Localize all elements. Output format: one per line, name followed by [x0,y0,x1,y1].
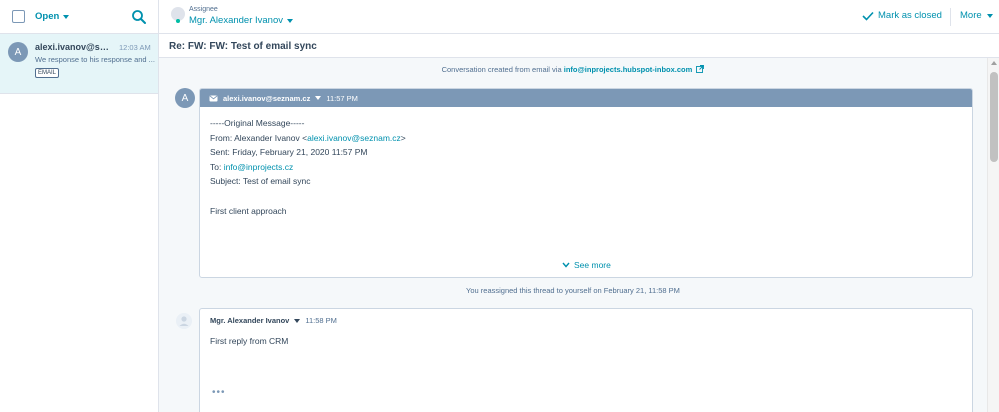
reply-time: 11:58 PM [305,316,337,325]
message-details-dropdown[interactable] [315,96,322,100]
sent-line: Sent: Friday, February 21, 2020 11:57 PM [210,147,368,158]
conversation-header: Assignee Mgr. Alexander Ivanov Mark as c… [159,0,999,34]
scrollbar-thumb[interactable] [990,72,998,162]
from-line-prefix: From: Alexander Ivanov < [210,132,308,143]
conversation-created-text: Conversation created from email via [441,65,564,74]
chevron-down-icon [63,14,70,19]
message-body-text: First client approach [210,205,287,216]
see-more-button[interactable]: See more [562,260,611,270]
subject-line: Subject: Test of email sync [210,176,311,187]
from-line: From: Alexander Ivanov <alexi.ivanov@sez… [210,131,406,146]
assignee-label: Assignee [189,6,218,13]
show-trimmed-content-button[interactable]: ••• [212,387,226,398]
conversation-list-toolbar: Open [0,0,158,34]
conversation-preview: We response to his response and ... [35,55,155,64]
to-line-prefix: To: [210,161,224,172]
reply-author: Mgr. Alexander Ivanov [210,316,290,325]
status-filter-label: Open [35,11,60,22]
reply-header: Mgr. Alexander Ivanov 11:58 PM [210,316,337,325]
conversation-list-item[interactable]: A alexi.ivanov@seznam.cz 12:03 AM We res… [0,34,158,94]
checkmark-icon [862,11,874,21]
message-avatar: A [175,88,195,108]
reassigned-note: You reassigned this thread to yourself o… [466,286,680,295]
chevron-down-icon [986,13,993,18]
select-all-checkbox[interactable] [12,10,25,23]
avatar: A [8,42,28,62]
more-dropdown[interactable]: More [960,10,993,21]
conversation-list-panel: Open A alexi.ivanov@seznam.cz 12:03 AM W… [0,0,159,412]
thread-subject: Re: FW: FW: Test of email sync [169,41,317,52]
online-status-icon [176,19,180,23]
from-line-suffix: > [400,132,406,143]
email-message-body: -----Original Message----- From: Alexand… [210,116,406,218]
more-label: More [960,10,982,21]
chevron-down-icon [562,262,570,268]
message-sender: alexi.ivanov@seznam.cz [223,93,311,103]
user-avatar-icon [176,313,192,329]
email-icon [209,94,218,101]
to-email-link[interactable]: info@inprojects.cz [224,162,294,172]
original-message-marker: -----Original Message----- [210,118,305,128]
assignee-name: Mgr. Alexander Ivanov [189,15,283,26]
thread-view: Conversation created from email via info… [159,58,987,412]
chevron-down-icon [287,18,293,23]
external-link-icon[interactable] [696,65,705,73]
mark-as-closed-label: Mark as closed [878,10,942,21]
to-line: To: info@inprojects.cz [210,160,406,175]
email-message-header: alexi.ivanov@seznam.cz 11:57 PM [200,89,972,107]
scroll-up-arrow-icon[interactable] [991,61,997,65]
reply-message-card: Mgr. Alexander Ivanov 11:58 PM First rep… [199,308,973,412]
message-time: 11:57 PM [326,93,358,103]
assignee-dropdown[interactable]: Mgr. Alexander Ivanov [189,15,293,26]
see-more-label: See more [574,260,611,270]
conversation-created-note: Conversation created from email via info… [159,65,987,74]
channel-badge: EMAIL [35,68,60,78]
thread-scrollbar[interactable] [987,58,999,412]
subject-bar: Re: FW: FW: Test of email sync [159,34,999,58]
from-email-link[interactable]: alexi.ivanov@seznam.cz [307,133,401,143]
email-message-card: alexi.ivanov@seznam.cz 11:57 PM -----Ori… [199,88,973,278]
search-icon[interactable] [131,9,147,25]
conversation-sender: alexi.ivanov@seznam.cz [35,42,113,52]
inbox-email-link[interactable]: info@inprojects.hubspot-inbox.com [564,65,693,74]
reply-body-text: First reply from CRM [210,336,289,346]
divider [950,8,951,26]
reply-details-dropdown[interactable] [294,318,301,323]
conversation-time: 12:03 AM [119,43,151,52]
mark-as-closed-button[interactable]: Mark as closed [862,10,942,21]
status-filter-dropdown[interactable]: Open [35,11,70,22]
